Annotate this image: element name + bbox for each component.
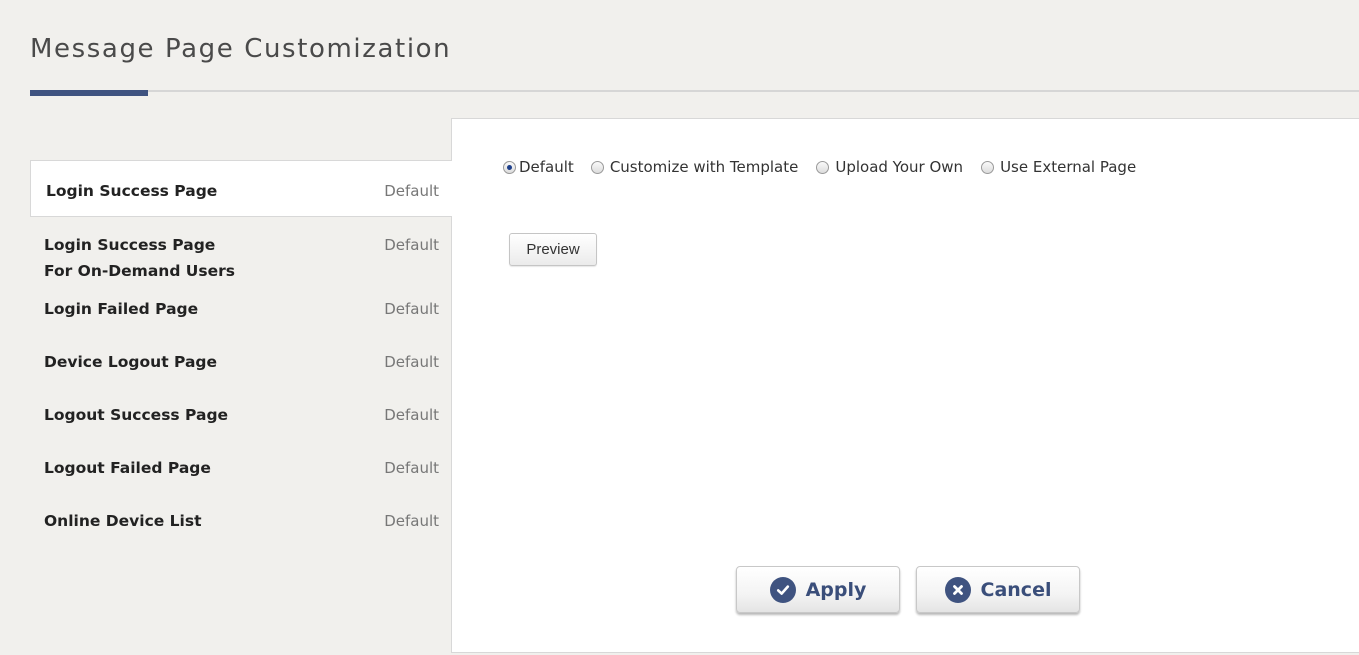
sidebar-item-status: Default: [384, 236, 439, 254]
option-use-external-page[interactable]: Use External Page: [981, 158, 1136, 176]
cancel-button-label: Cancel: [980, 578, 1052, 601]
close-circle-icon: [944, 576, 971, 603]
title-divider: [30, 90, 1359, 92]
apply-button-label: Apply: [805, 578, 867, 601]
sidebar-item-label: Login Success Page: [46, 182, 218, 200]
preview-button[interactable]: Preview: [509, 233, 597, 266]
sidebar-item-label: Login Success Page For On-Demand Users: [44, 236, 236, 280]
sidebar-item-logout-success-page[interactable]: Logout Success Page Default: [30, 402, 452, 455]
page-type-options: Default Customize with Template Upload Y…: [503, 158, 1154, 176]
sidebar-item-label: Online Device List: [44, 512, 202, 530]
cancel-button[interactable]: Cancel: [916, 566, 1080, 613]
option-label: Use External Page: [1000, 158, 1137, 176]
option-label: Customize with Template: [609, 158, 799, 176]
sidebar-item-device-logout-page[interactable]: Device Logout Page Default: [30, 349, 452, 402]
sidebar-item-label: Logout Failed Page: [44, 459, 211, 477]
sidebar-item-status: Default: [384, 353, 439, 371]
option-upload-your-own[interactable]: Upload Your Own: [816, 158, 963, 176]
option-default[interactable]: Default: [503, 158, 574, 176]
sidebar-item-label: Device Logout Page: [44, 353, 218, 371]
content-panel: [451, 118, 1359, 653]
sidebar-item-logout-failed-page[interactable]: Logout Failed Page Default: [30, 455, 452, 508]
radio-button-upload-your-own[interactable]: [816, 160, 830, 174]
check-circle-icon: [769, 576, 796, 603]
option-label: Upload Your Own: [835, 158, 964, 176]
sidebar-item-login-success-page-on-demand[interactable]: Login Success Page For On-Demand Users D…: [30, 217, 452, 296]
sidebar-item-status: Default: [384, 300, 439, 318]
page-title: Message Page Customization: [30, 34, 452, 64]
sidebar-item-status: Default: [384, 512, 439, 530]
radio-button-use-external-page[interactable]: [981, 160, 995, 174]
apply-button[interactable]: Apply: [736, 566, 900, 613]
sidebar-item-online-device-list[interactable]: Online Device List Default: [30, 508, 452, 561]
sidebar-item-label: Logout Success Page: [44, 406, 229, 424]
sidebar-item-login-success-page[interactable]: Login Success Page Default: [30, 160, 452, 217]
sidebar: Login Success Page Default Login Success…: [30, 160, 452, 561]
sidebar-item-status: Default: [384, 459, 439, 477]
sidebar-item-status: Default: [384, 182, 439, 200]
option-label: Default: [519, 158, 574, 176]
sidebar-item-login-failed-page[interactable]: Login Failed Page Default: [30, 296, 452, 349]
option-customize-with-template[interactable]: Customize with Template: [590, 158, 799, 176]
sidebar-item-label: Login Failed Page: [44, 300, 199, 318]
sidebar-item-status: Default: [384, 406, 439, 424]
radio-button-customize-with-template[interactable]: [590, 160, 604, 174]
radio-button-default[interactable]: [503, 160, 516, 174]
title-accent-bar: [30, 90, 148, 96]
